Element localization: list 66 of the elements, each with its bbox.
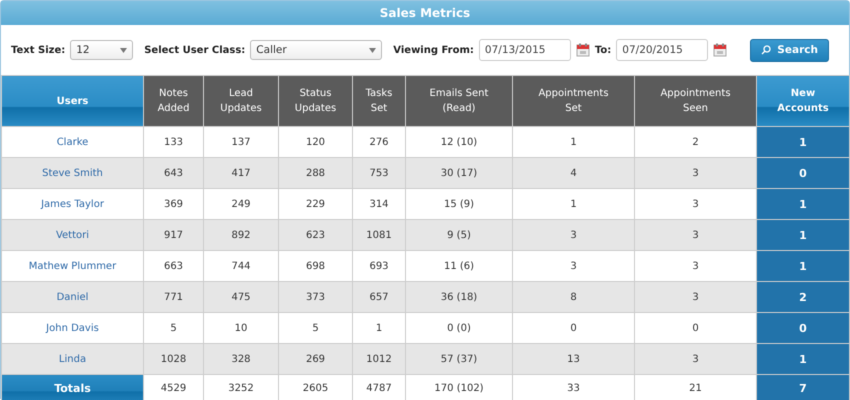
user-link[interactable]: Vettori — [2, 220, 144, 250]
date-field[interactable]: 07/13/2015 — [478, 39, 571, 61]
table-cell: 269 — [278, 344, 352, 374]
window-title: Sales Metrics — [1, 1, 849, 25]
table-cell: 771 — [144, 282, 204, 312]
table-cell: 3 — [634, 282, 756, 312]
table-cell: 657 — [352, 282, 406, 312]
table-cell: 4 — [512, 158, 634, 188]
column-header[interactable]: Users — [2, 76, 144, 126]
table-cell: 30 (17) — [406, 158, 512, 188]
user-link[interactable]: Steve Smith — [2, 158, 144, 188]
table-cell: 328 — [204, 344, 278, 374]
table-cell: 1 — [756, 344, 850, 374]
table-cell: 1 — [756, 126, 850, 158]
table-cell: 623 — [278, 220, 352, 250]
table-cell: 2 — [756, 282, 850, 312]
column-header[interactable]: New Accounts — [756, 76, 850, 126]
table-cell: 643 — [144, 158, 204, 188]
table-cell: 3 — [634, 344, 756, 374]
calendar-icon[interactable] — [576, 43, 590, 57]
table-cell: 0 — [756, 312, 850, 344]
table-cell: 417 — [204, 158, 278, 188]
column-header[interactable]: Status Updates — [278, 76, 352, 126]
table-cell: 3 — [634, 220, 756, 250]
caret-icon — [120, 48, 128, 52]
table-cell: 373 — [278, 282, 352, 312]
table-cell: 917 — [144, 220, 204, 250]
table-cell: 3 — [512, 220, 634, 250]
table-cell: 475 — [204, 282, 278, 312]
table-cell: 892 — [204, 220, 278, 250]
table-cell: 1012 — [352, 344, 406, 374]
column-header[interactable]: Tasks Set — [352, 76, 406, 126]
table-cell: 288 — [278, 158, 352, 188]
table-cell: 1 — [756, 188, 850, 220]
column-header[interactable]: Appointments Set — [512, 76, 634, 126]
table-cell: 57 (37) — [406, 344, 512, 374]
totals-label: Totals — [2, 374, 144, 400]
table-cell: 753 — [352, 158, 406, 188]
field-label: Viewing From: — [393, 44, 474, 56]
table-cell: 8 — [512, 282, 634, 312]
search-button[interactable]: Search — [750, 38, 829, 62]
user-link[interactable]: Linda — [2, 344, 144, 374]
column-header[interactable]: Appointments Seen — [634, 76, 756, 126]
date-field[interactable]: 07/20/2015 — [616, 39, 708, 61]
calendar-icon[interactable] — [713, 43, 728, 57]
table-cell: 1081 — [352, 220, 406, 250]
table-cell: 9 (5) — [406, 220, 512, 250]
caret-icon — [369, 48, 376, 52]
search-icon — [761, 45, 772, 55]
field-label: Select User Class: — [144, 44, 246, 56]
text-size-dropdown[interactable]: 12 — [70, 40, 134, 60]
table-cell: 1 — [756, 250, 850, 282]
user-link[interactable]: Daniel — [2, 282, 144, 312]
field-label: To: — [594, 44, 612, 56]
table-cell: 1 — [756, 220, 850, 250]
table-cell: 7 — [756, 374, 850, 400]
table-cell: 3 — [634, 158, 756, 188]
table-cell: 13 — [512, 344, 634, 374]
table-cell: 36 (18) — [406, 282, 512, 312]
field-label: Text Size: — [11, 44, 66, 56]
user-class-dropdown[interactable]: Caller — [250, 40, 382, 60]
table-cell: 1028 — [144, 344, 204, 374]
column-header[interactable]: Notes Added — [144, 76, 204, 126]
table-cell: 0 — [756, 158, 850, 188]
column-header[interactable]: Lead Updates — [204, 76, 278, 126]
column-header[interactable]: Emails Sent (Read) — [406, 76, 512, 126]
